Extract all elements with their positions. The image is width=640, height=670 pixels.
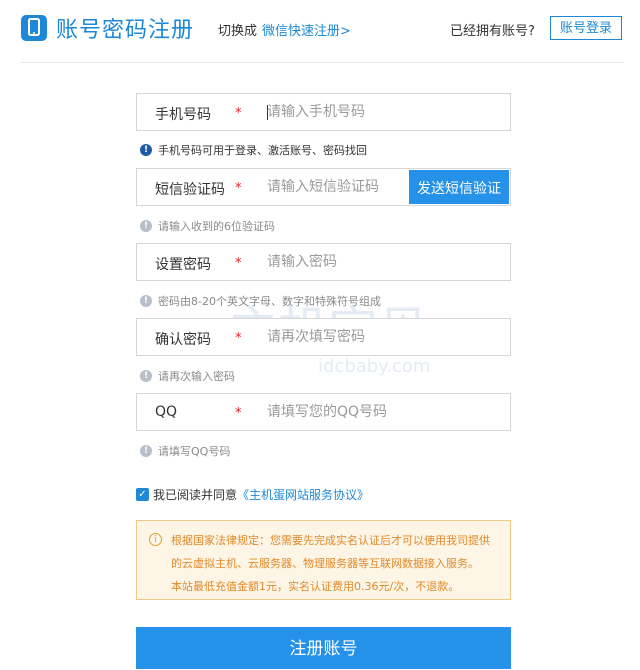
qq-hint: ! 请填写QQ号码 <box>140 443 230 459</box>
password-label: 设置密码 <box>155 257 211 273</box>
info-icon: ! <box>140 370 152 382</box>
switch-label: 切换成 <box>218 24 258 39</box>
sms-code-hint: ! 请输入收到的6位验证码 <box>140 218 275 234</box>
info-icon: ! <box>140 295 152 307</box>
agreement-text: 我已阅读并同意 <box>153 488 238 502</box>
required-mark: * <box>235 106 242 121</box>
info-icon: ! <box>140 144 152 156</box>
register-submit-button[interactable]: 注册账号 <box>136 627 511 669</box>
phone-label: 手机号码 <box>155 107 211 123</box>
page-title: 账号密码注册 <box>56 18 195 43</box>
confirm-password-hint: ! 请再次输入密码 <box>140 368 235 384</box>
sms-code-field: 短信验证码 * 发送短信验证 <box>136 168 511 206</box>
info-circle-icon: i <box>149 533 162 546</box>
send-sms-button[interactable]: 发送短信验证 <box>409 170 509 204</box>
password-field: 设置密码 * <box>136 243 511 281</box>
confirm-password-field: 确认密码 * <box>136 318 511 356</box>
phone-hint: ! 手机号码可用于登录、激活账号、密码找回 <box>140 142 367 158</box>
notice-line: 根据国家法律规定：您需要先完成实名认证后才可以使用我司提供 <box>171 534 490 547</box>
login-button[interactable]: 账号登录 <box>550 16 622 40</box>
phone-hint-text: 手机号码可用于登录、激活账号、密码找回 <box>158 144 367 157</box>
qq-field: QQ * <box>136 393 511 431</box>
service-agreement-link[interactable]: 《主机蛋网站服务协议》 <box>237 486 369 503</box>
agreement-row: ✓ 我已阅读并同意 《主机蛋网站服务协议》 <box>136 486 369 503</box>
qq-hint-text: 请填写QQ号码 <box>158 445 231 458</box>
confirm-password-hint-text: 请再次输入密码 <box>158 370 235 383</box>
notice-line: 的云虚拟主机、云服务器、物理服务器等互联网数据接入服务。 <box>171 557 479 570</box>
sms-code-label: 短信验证码 <box>155 182 225 198</box>
has-account-text: 已经拥有账号? <box>450 24 535 39</box>
watermark-url: idcbaby.com <box>318 356 431 377</box>
password-input[interactable] <box>267 250 497 274</box>
password-hint: ! 密码由8-20个英文字母、数字和特殊符号组成 <box>140 293 381 309</box>
header-divider <box>20 62 624 63</box>
text-cursor <box>267 105 268 120</box>
page-header: 账号密码注册 切换成 微信快速注册> 已经拥有账号? 账号登录 <box>0 0 640 60</box>
mobile-phone-icon <box>21 15 47 41</box>
required-mark: * <box>235 256 242 271</box>
confirm-password-label: 确认密码 <box>155 332 211 348</box>
info-icon: ! <box>140 220 152 232</box>
sms-code-input[interactable] <box>267 175 397 199</box>
confirm-password-input[interactable] <box>267 325 497 349</box>
required-mark: * <box>235 406 242 421</box>
password-hint-text: 密码由8-20个英文字母、数字和特殊符号组成 <box>158 295 381 308</box>
agreement-checkbox[interactable]: ✓ <box>136 488 149 501</box>
notice-line: 本站最低充值金额1元，实名认证费用0.36元/次，不退款。 <box>171 580 460 593</box>
sms-code-hint-text: 请输入收到的6位验证码 <box>158 220 275 233</box>
phone-input[interactable] <box>267 100 497 124</box>
required-mark: * <box>235 331 242 346</box>
qq-input[interactable] <box>267 400 497 424</box>
realname-notice: i 根据国家法律规定：您需要先完成实名认证后才可以使用我司提供 的云虚拟主机、云… <box>136 520 511 600</box>
qq-label: QQ <box>155 404 178 420</box>
required-mark: * <box>235 181 242 196</box>
wechat-register-link[interactable]: 微信快速注册> <box>262 20 351 39</box>
info-icon: ! <box>140 445 152 457</box>
phone-field: 手机号码 * <box>136 93 511 131</box>
